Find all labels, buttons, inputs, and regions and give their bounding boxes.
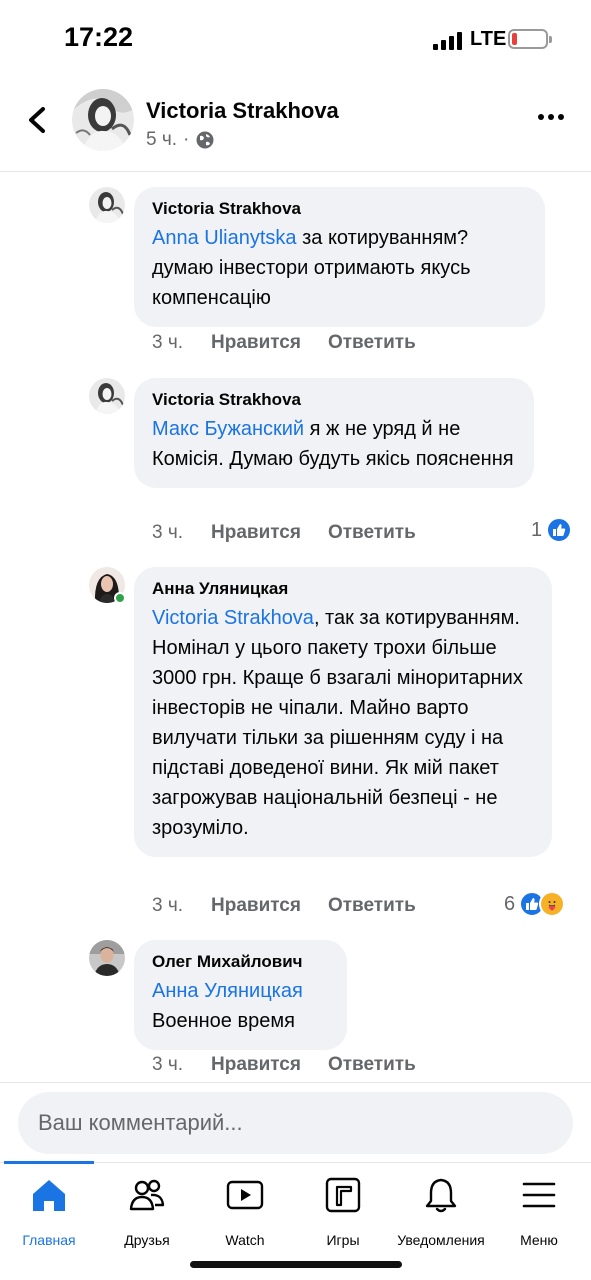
tab-notifications[interactable]: Уведомления [392,1175,490,1248]
tab-label: Меню [520,1232,558,1248]
online-status-dot [114,592,126,604]
bell-icon [425,1178,457,1213]
reactions-summary[interactable]: 1 [531,517,573,543]
like-button[interactable]: Нравится [211,1054,301,1076]
post-author-name[interactable]: Victoria Strakhova [146,98,339,124]
watch-icon [226,1180,264,1210]
tab-label: Уведомления [397,1232,485,1248]
network-type: LTE [470,28,507,50]
avatar[interactable] [89,187,125,223]
mention-link[interactable]: Anna Ulianytska [152,227,297,249]
like-reaction-icon [546,517,573,543]
comment-actions: 3 ч. Нравится Ответить [152,522,443,544]
comment-input[interactable]: Ваш комментарий... [18,1092,573,1154]
comment-actions: 3 ч. Нравится Ответить [152,1054,443,1076]
like-button[interactable]: Нравится [211,522,301,544]
tab-home[interactable]: Главная [0,1175,98,1248]
comment-time: 3 ч. [152,332,184,353]
signal-icon [433,32,463,50]
comment-text: Victoria Strakhova, так за котируванням.… [152,603,534,843]
tab-friends[interactable]: Друзья [98,1175,196,1248]
active-tab-indicator [4,1161,94,1164]
post-time: 5 ч. [146,129,178,150]
tab-watch[interactable]: Watch [196,1175,294,1248]
post-header: Victoria Strakhova 5 ч. · [0,80,591,172]
tab-label: Watch [225,1232,265,1248]
comment-text: Анна Уляницкая Военное время [152,976,329,1036]
home-indicator [190,1261,402,1268]
reaction-count: 6 [504,892,516,915]
comment-author[interactable]: Анна Уляницкая [152,579,534,599]
post-meta: 5 ч. · [146,129,215,151]
tab-label: Игры [326,1232,360,1248]
mention-link[interactable]: Макс Бужанский [152,418,304,440]
comment-bubble: Анна Уляницкая Victoria Strakhova, так з… [134,567,552,857]
reaction-count: 1 [531,518,543,541]
reactions-summary[interactable]: 6 [504,891,566,917]
tab-gaming[interactable]: Игры [294,1175,392,1248]
mention-link[interactable]: Victoria Strakhova [152,607,314,629]
globe-icon [196,131,214,149]
status-time: 17:22 [64,22,134,52]
divider [0,1082,591,1083]
menu-icon [522,1182,556,1208]
like-button[interactable]: Нравится [211,332,301,354]
tab-label: Главная [22,1232,76,1248]
care-reaction-icon [539,891,566,917]
comment-actions: 3 ч. Нравится Ответить [152,895,443,917]
back-button[interactable] [18,100,58,140]
friends-icon [129,1179,165,1211]
status-bar: 17:22 LTE [0,0,591,80]
avatar[interactable] [72,89,134,151]
battery-icon [508,29,552,49]
comment-author[interactable]: Олег Михайлович [152,952,329,972]
reply-button[interactable]: Ответить [328,332,416,354]
comment-time: 3 ч. [152,895,184,916]
comment-text: Anna Ulianytska за котируванням? думаю і… [152,223,527,313]
comment-bubble: Victoria Strakhova Anna Ulianytska за ко… [134,187,545,327]
comment-body: , так за котируванням. Номінал у цього п… [152,607,523,839]
more-options-button[interactable] [538,114,572,126]
comment-body: Военное время [152,1010,295,1032]
reply-button[interactable]: Ответить [328,522,416,544]
comment-time: 3 ч. [152,1054,184,1075]
mention-link[interactable]: Анна Уляницкая [152,976,329,1006]
comment-bubble: Victoria Strakhova Макс Бужанский я ж не… [134,378,534,488]
tab-label: Друзья [124,1232,170,1248]
tab-menu[interactable]: Меню [490,1175,588,1248]
chevron-left-icon [29,107,45,133]
meta-separator: · [183,129,190,150]
gaming-icon [325,1177,361,1213]
comment-time: 3 ч. [152,522,184,543]
reply-button[interactable]: Ответить [328,895,416,917]
comment-author[interactable]: Victoria Strakhova [152,199,527,219]
avatar[interactable] [89,940,125,976]
avatar[interactable] [89,378,125,414]
reply-button[interactable]: Ответить [328,1054,416,1076]
comment-text: Макс Бужанский я ж не уряд й не Комісія.… [152,414,516,474]
comment-actions: 3 ч. Нравится Ответить [152,332,443,354]
like-button[interactable]: Нравится [211,895,301,917]
comment-bubble: Олег Михайлович Анна Уляницкая Военное вр… [134,940,347,1050]
comment-author[interactable]: Victoria Strakhova [152,390,516,410]
home-icon [33,1180,65,1211]
